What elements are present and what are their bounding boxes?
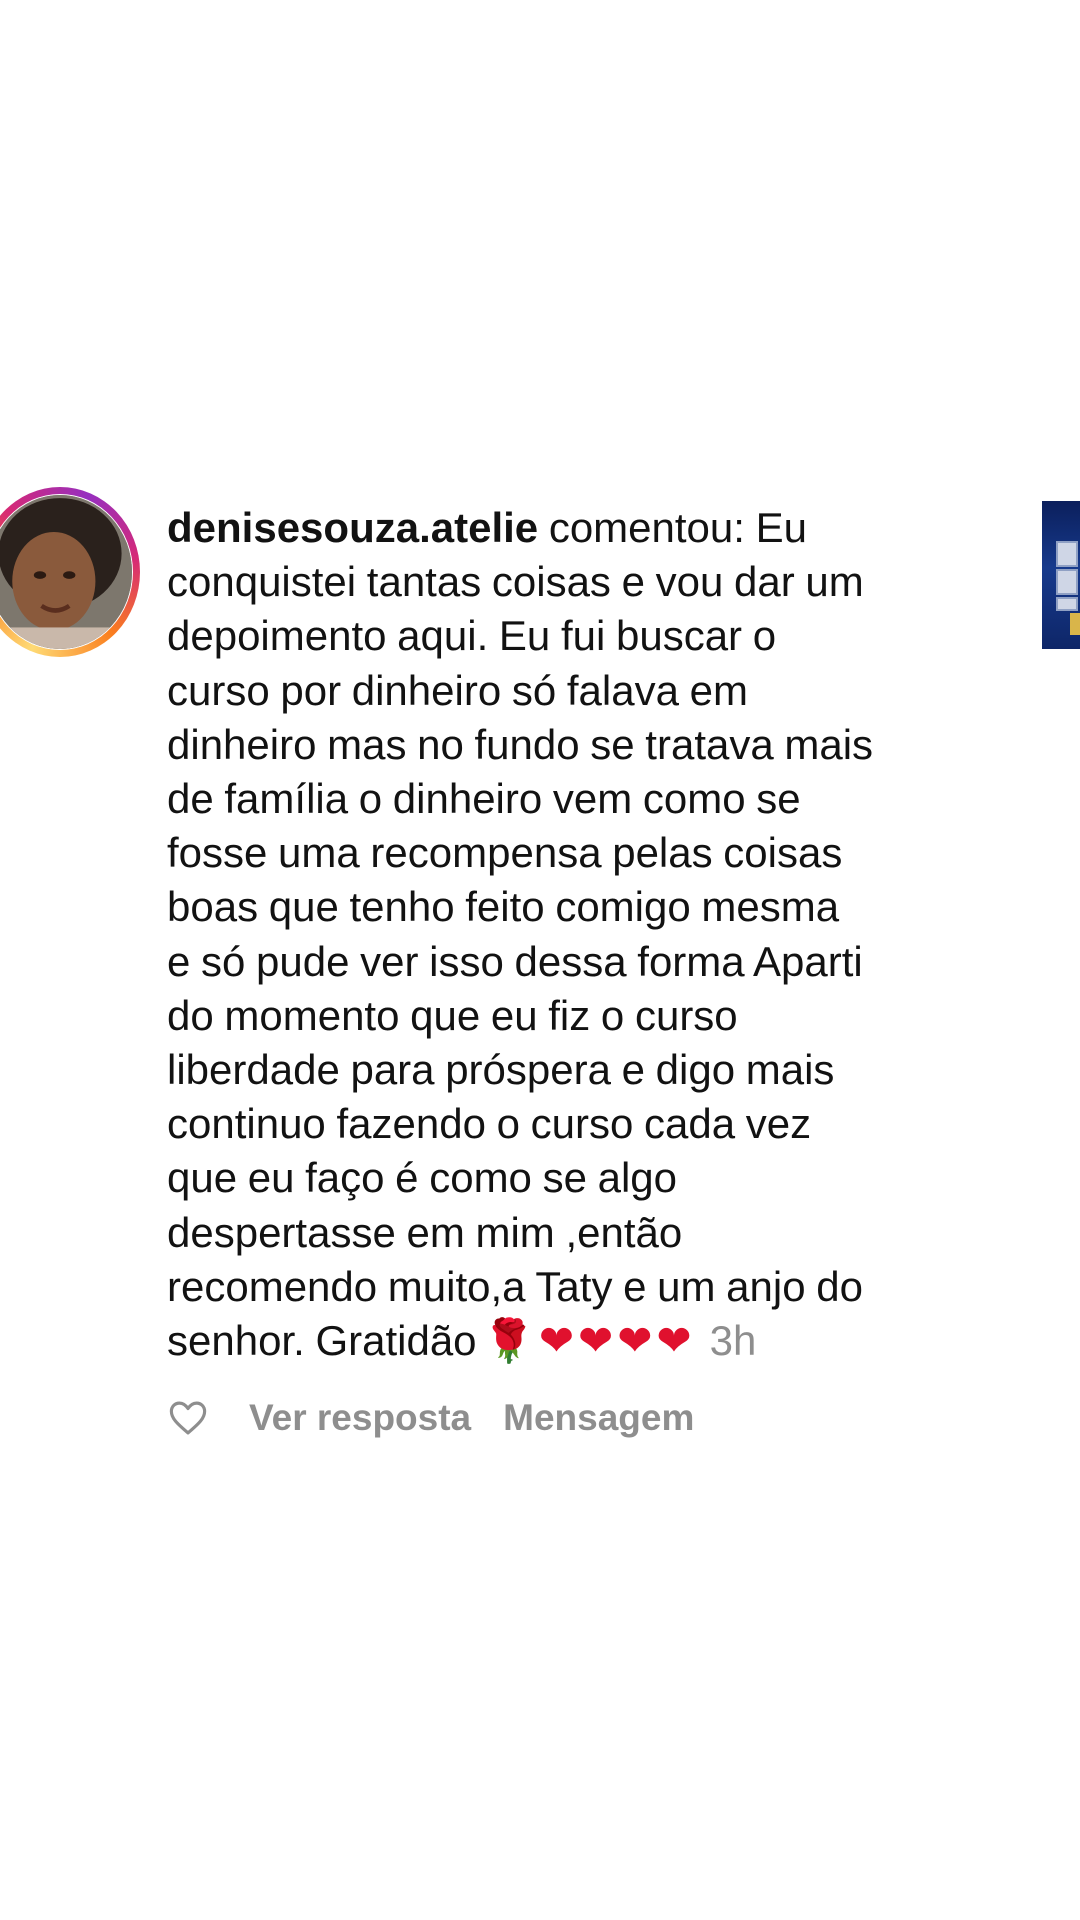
hearts-emoji: ❤❤❤❤	[538, 1317, 696, 1365]
timestamp: 3h	[709, 1317, 757, 1365]
rose-emoji: 🌹	[482, 1317, 535, 1365]
heart-outline-icon[interactable]	[167, 1397, 209, 1439]
username-link[interactable]: denisesouza.atelie	[167, 504, 538, 551]
thumbnail-tile	[1056, 597, 1078, 611]
message-button[interactable]: Mensagem	[503, 1397, 694, 1439]
thumbnail-accent	[1070, 613, 1080, 635]
comment-text: denisesouza.atelie comentou: Eu conquist…	[167, 501, 1012, 1368]
thumbnail-tile	[1056, 569, 1078, 595]
comment-action-text: comentou:	[538, 504, 756, 551]
view-reply-button[interactable]: Ver resposta	[249, 1397, 471, 1439]
post-thumbnail[interactable]	[1042, 501, 1080, 649]
thumbnail-tile	[1056, 541, 1078, 567]
comment-body: Eu conquistei tantas coisas e vou dar um…	[167, 504, 874, 1365]
story-ring[interactable]	[0, 487, 140, 657]
comment-actions: Ver resposta Mensagem	[167, 1393, 694, 1443]
